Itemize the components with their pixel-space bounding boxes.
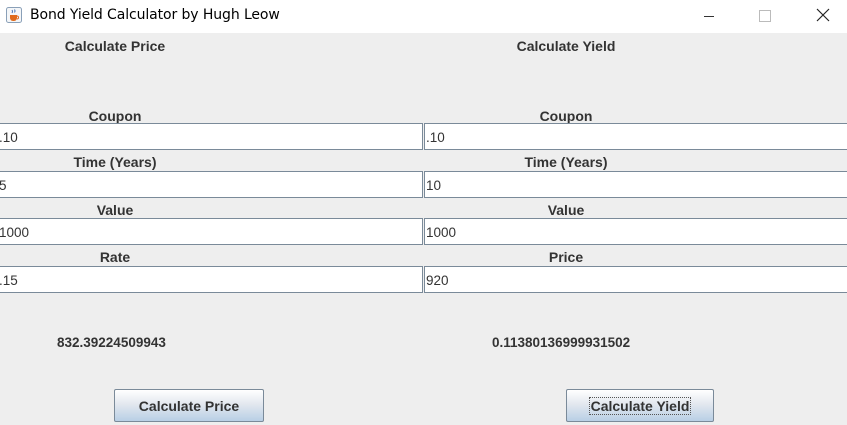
price-rate-field[interactable] <box>0 266 423 293</box>
calculate-yield-button[interactable]: Calculate Yield <box>566 389 714 422</box>
java-cup-icon <box>6 7 22 23</box>
yield-value-field[interactable] <box>424 218 847 245</box>
yield-panel-heading: Calculate Yield <box>516 38 616 54</box>
calculate-yield-button-label: Calculate Yield <box>588 396 692 415</box>
price-panel-heading: Calculate Price <box>64 38 166 54</box>
yield-value-label: Value <box>547 202 585 218</box>
yield-result: 0.11380136999931502 <box>492 335 631 350</box>
yield-price-field[interactable] <box>424 266 847 293</box>
minimize-icon <box>703 7 715 26</box>
calculate-price-button[interactable]: Calculate Price <box>114 389 264 422</box>
price-value-label: Value <box>96 202 134 218</box>
maximize-button[interactable] <box>742 0 788 33</box>
yield-coupon-field[interactable] <box>424 123 847 150</box>
yield-time-label: Time (Years) <box>524 154 608 170</box>
content-area: Calculate Price Coupon Time (Years) Valu… <box>0 33 847 425</box>
yield-time-field[interactable] <box>424 171 847 198</box>
price-time-field[interactable] <box>0 171 423 198</box>
minimize-button[interactable] <box>686 0 732 33</box>
price-rate-label: Rate <box>99 249 131 265</box>
yield-coupon-label: Coupon <box>539 108 593 124</box>
price-time-label: Time (Years) <box>73 154 157 170</box>
price-result: 832.39224509943 <box>57 335 166 350</box>
close-icon <box>816 7 830 26</box>
price-coupon-field[interactable] <box>0 123 423 150</box>
calculate-price-button-label: Calculate Price <box>138 397 240 414</box>
yield-price-label: Price <box>548 249 584 265</box>
price-value-field[interactable] <box>0 218 423 245</box>
close-button[interactable] <box>800 0 846 33</box>
title-bar: Bond Yield Calculator by Hugh Leow <box>0 0 847 33</box>
maximize-icon <box>759 7 771 26</box>
price-coupon-label: Coupon <box>88 108 142 124</box>
window-title: Bond Yield Calculator by Hugh Leow <box>30 7 280 23</box>
